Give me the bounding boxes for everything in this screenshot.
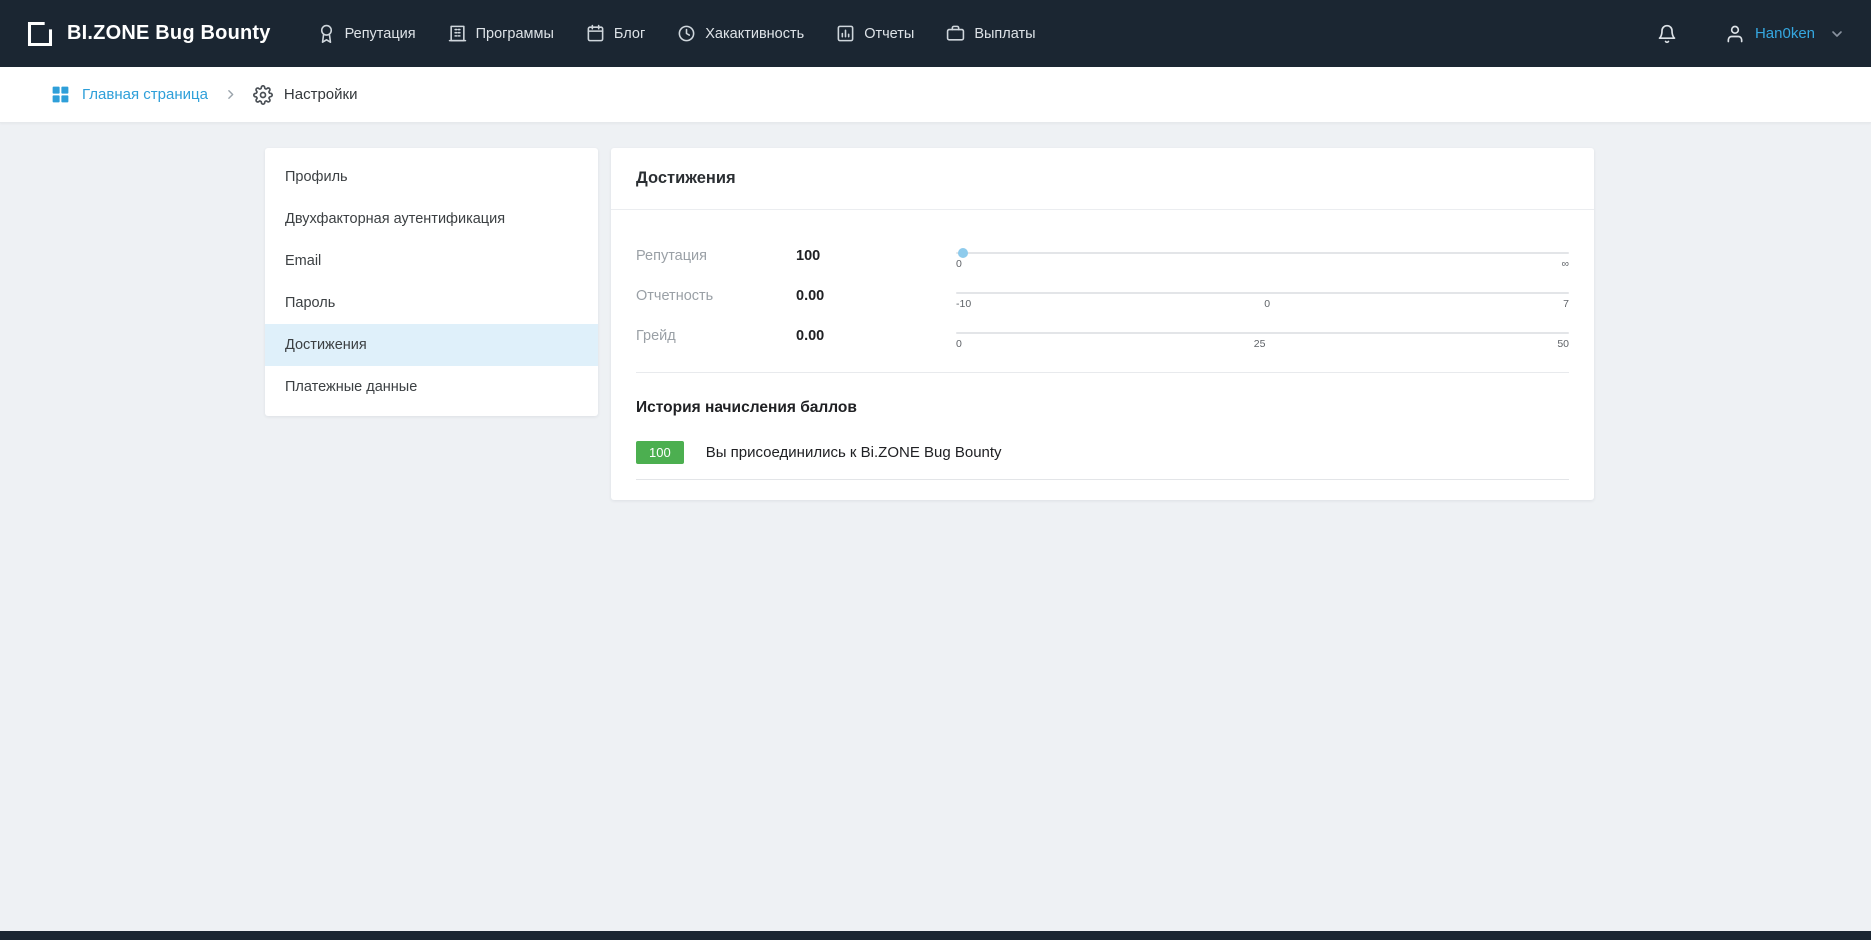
tick-label: 0 xyxy=(1264,298,1270,310)
grade-scale: 0 25 50 xyxy=(956,322,1569,350)
user-icon xyxy=(1725,24,1745,44)
nav-item-reports[interactable]: Отчеты xyxy=(820,0,930,67)
briefcase-icon xyxy=(946,24,965,43)
tick-label: 0 xyxy=(956,258,962,270)
sidebar-item-email[interactable]: Email xyxy=(265,240,598,282)
tick-label: ∞ xyxy=(1562,258,1570,270)
slider-track xyxy=(956,252,1569,254)
metric-row-grade: Грейд 0.00 0 25 50 xyxy=(636,316,1569,356)
nav-item-payouts[interactable]: Выплаты xyxy=(930,0,1051,67)
history-icon xyxy=(677,24,696,43)
slider-ticks: -10 0 7 xyxy=(956,298,1569,310)
nav-label: Репутация xyxy=(345,26,416,42)
chevron-right-icon xyxy=(224,88,237,101)
breadcrumb: Главная страница Настройки xyxy=(0,67,1871,123)
building-icon xyxy=(448,24,467,43)
sidebar-item-password[interactable]: Пароль xyxy=(265,282,598,324)
nav-item-programs[interactable]: Программы xyxy=(432,0,570,67)
breadcrumb-home-link[interactable]: Главная страница xyxy=(50,84,208,105)
brand[interactable]: BI.ZONE Bug Bounty xyxy=(26,20,271,48)
history-text: Вы присоединились к Bi.ZONE Bug Bounty xyxy=(706,444,1002,461)
header-right: Han0ken xyxy=(1651,18,1845,50)
reporting-scale: -10 0 7 xyxy=(956,282,1569,310)
chevron-down-icon xyxy=(1829,26,1845,42)
main-nav: Репутация Программы Блог xyxy=(301,0,1052,67)
notifications-bell-icon[interactable] xyxy=(1651,18,1683,50)
tick-label: 50 xyxy=(1557,338,1569,350)
sidebar-item-achievements[interactable]: Достижения xyxy=(265,324,598,366)
points-badge: 100 xyxy=(636,441,684,464)
breadcrumb-home-label: Главная страница xyxy=(82,86,208,103)
metric-row-reputation: Репутация 100 0 ∞ xyxy=(636,236,1569,276)
slider-track xyxy=(956,292,1569,294)
user-name: Han0ken xyxy=(1755,25,1815,42)
section-divider xyxy=(636,372,1569,373)
bizone-logo-icon xyxy=(26,20,54,48)
nav-label: Хакактивность xyxy=(705,26,804,42)
slider-track xyxy=(956,332,1569,334)
nav-label: Блог xyxy=(614,26,645,42)
tick-label: -10 xyxy=(956,298,971,310)
tick-label: 7 xyxy=(1563,298,1569,310)
panel-title: Достижения xyxy=(611,148,1594,210)
user-menu[interactable]: Han0ken xyxy=(1725,24,1845,44)
metric-label: Отчетность xyxy=(636,288,796,304)
sidebar-item-profile[interactable]: Профиль xyxy=(265,156,598,198)
breadcrumb-current: Настройки xyxy=(253,85,358,105)
metric-label: Грейд xyxy=(636,328,796,344)
tick-label: 25 xyxy=(1254,338,1266,350)
sidebar-item-payment-data[interactable]: Платежные данные xyxy=(265,366,598,408)
metric-value: 0.00 xyxy=(796,328,956,344)
breadcrumb-current-label: Настройки xyxy=(284,86,358,103)
nav-item-hacktivity[interactable]: Хакактивность xyxy=(661,0,820,67)
slider-marker-dot xyxy=(958,248,968,258)
nav-label: Отчеты xyxy=(864,26,914,42)
nav-item-reputation[interactable]: Репутация xyxy=(301,0,432,67)
brand-name: BI.ZONE Bug Bounty xyxy=(67,22,271,45)
nav-label: Программы xyxy=(476,26,554,42)
metric-label: Репутация xyxy=(636,248,796,264)
panel-body: Репутация 100 0 ∞ Отчетность 0.00 -10 0 xyxy=(611,210,1594,480)
gear-icon xyxy=(253,85,273,105)
history-title: История начисления баллов xyxy=(636,399,1569,417)
reputation-scale: 0 ∞ xyxy=(956,242,1569,270)
app-header: BI.ZONE Bug Bounty Репутация Программы xyxy=(0,0,1871,67)
calendar-icon xyxy=(586,24,605,43)
metric-value: 100 xyxy=(796,248,956,264)
metric-value: 0.00 xyxy=(796,288,956,304)
metric-row-reporting: Отчетность 0.00 -10 0 7 xyxy=(636,276,1569,316)
report-icon xyxy=(836,24,855,43)
footer-strip xyxy=(0,931,1871,940)
dashboard-grid-icon xyxy=(50,84,71,105)
sidebar-item-2fa[interactable]: Двухфакторная аутентификация xyxy=(265,198,598,240)
slider-ticks: 0 ∞ xyxy=(956,258,1569,270)
nav-item-blog[interactable]: Блог xyxy=(570,0,661,67)
achievements-panel: Достижения Репутация 100 0 ∞ Отчетность … xyxy=(611,148,1594,500)
tick-label: 0 xyxy=(956,338,962,350)
history-row: 100 Вы присоединились к Bi.ZONE Bug Boun… xyxy=(636,441,1569,480)
settings-sidebar: Профиль Двухфакторная аутентификация Ema… xyxy=(265,148,598,416)
slider-ticks: 0 25 50 xyxy=(956,338,1569,350)
medal-icon xyxy=(317,24,336,43)
nav-label: Выплаты xyxy=(974,26,1035,42)
